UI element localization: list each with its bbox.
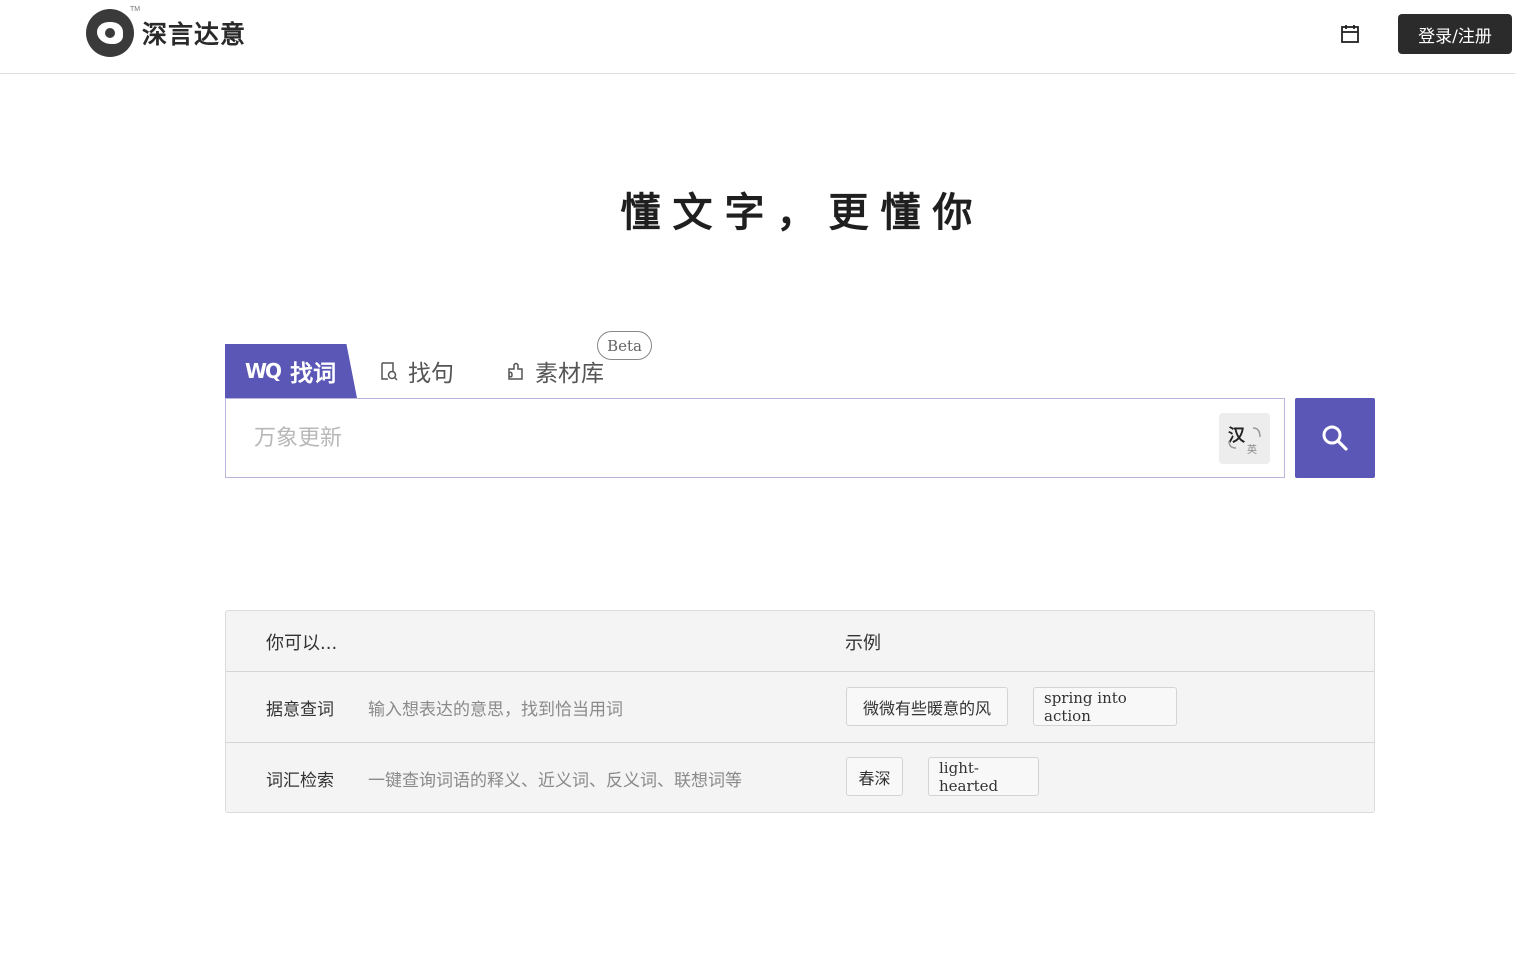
column-example: 示例 <box>845 633 881 654</box>
top-header: TM 深言达意 登录/注册 <box>0 0 1515 74</box>
logo-icon <box>86 9 134 57</box>
page-slogan: 懂文字，更懂你 <box>620 189 985 236</box>
table-row: 词汇检索 一键查询词语的释义、近义词、反义词、联想词等 春深 light-hea… <box>226 743 1374 813</box>
site-logo[interactable]: TM 深言达意 <box>86 6 247 57</box>
feature-description: 输入想表达的意思，找到恰当用词 <box>368 700 623 720</box>
search-button[interactable] <box>1295 398 1375 478</box>
trademark-mark: TM <box>130 6 141 13</box>
login-register-button[interactable]: 登录/注册 <box>1398 14 1512 54</box>
swap-arrow-icon <box>1228 440 1237 449</box>
word-search-icon: WQ <box>245 359 282 383</box>
tab-material-library-label: 素材库 <box>535 361 604 387</box>
tab-find-word[interactable]: WQ 找词 <box>225 344 357 398</box>
feature-name: 据意查词 <box>266 700 334 720</box>
feature-name: 词汇检索 <box>266 771 334 791</box>
tab-find-sentence-label: 找句 <box>408 361 454 387</box>
sentence-search-icon <box>378 360 400 382</box>
calendar-icon[interactable] <box>1338 22 1362 46</box>
search-input[interactable] <box>254 399 1214 477</box>
usage-guide-table: 你可以... 示例 据意查词 输入想表达的意思，找到恰当用词 微微有些暖意的风 … <box>225 610 1375 813</box>
example-chip[interactable]: light-hearted <box>928 757 1039 796</box>
example-chip[interactable]: 春深 <box>846 757 903 796</box>
lang-toggle-secondary: 英 <box>1247 445 1257 456</box>
tab-material-library[interactable]: 素材库 <box>505 344 604 398</box>
tab-find-word-label: 找词 <box>290 361 337 387</box>
column-you-can: 你可以... <box>266 633 338 654</box>
language-toggle-button[interactable]: 汉 英 <box>1219 413 1270 464</box>
table-row: 据意查词 输入想表达的意思，找到恰当用词 微微有些暖意的风 spring int… <box>226 672 1374 743</box>
table-header-row: 你可以... 示例 <box>226 611 1374 672</box>
tab-find-sentence[interactable]: 找句 <box>378 344 454 398</box>
swap-arrow-top-icon <box>1252 427 1261 438</box>
feature-description: 一键查询词语的释义、近义词、反义词、联想词等 <box>368 771 742 791</box>
example-chip[interactable]: spring into action <box>1033 687 1177 726</box>
example-chip[interactable]: 微微有些暖意的风 <box>846 687 1008 726</box>
logo-text: 深言达意 <box>142 20 247 49</box>
beta-badge: Beta <box>597 331 652 360</box>
search-box: 汉 英 <box>225 398 1285 478</box>
search-icon <box>1322 425 1348 451</box>
puzzle-icon <box>505 360 527 382</box>
